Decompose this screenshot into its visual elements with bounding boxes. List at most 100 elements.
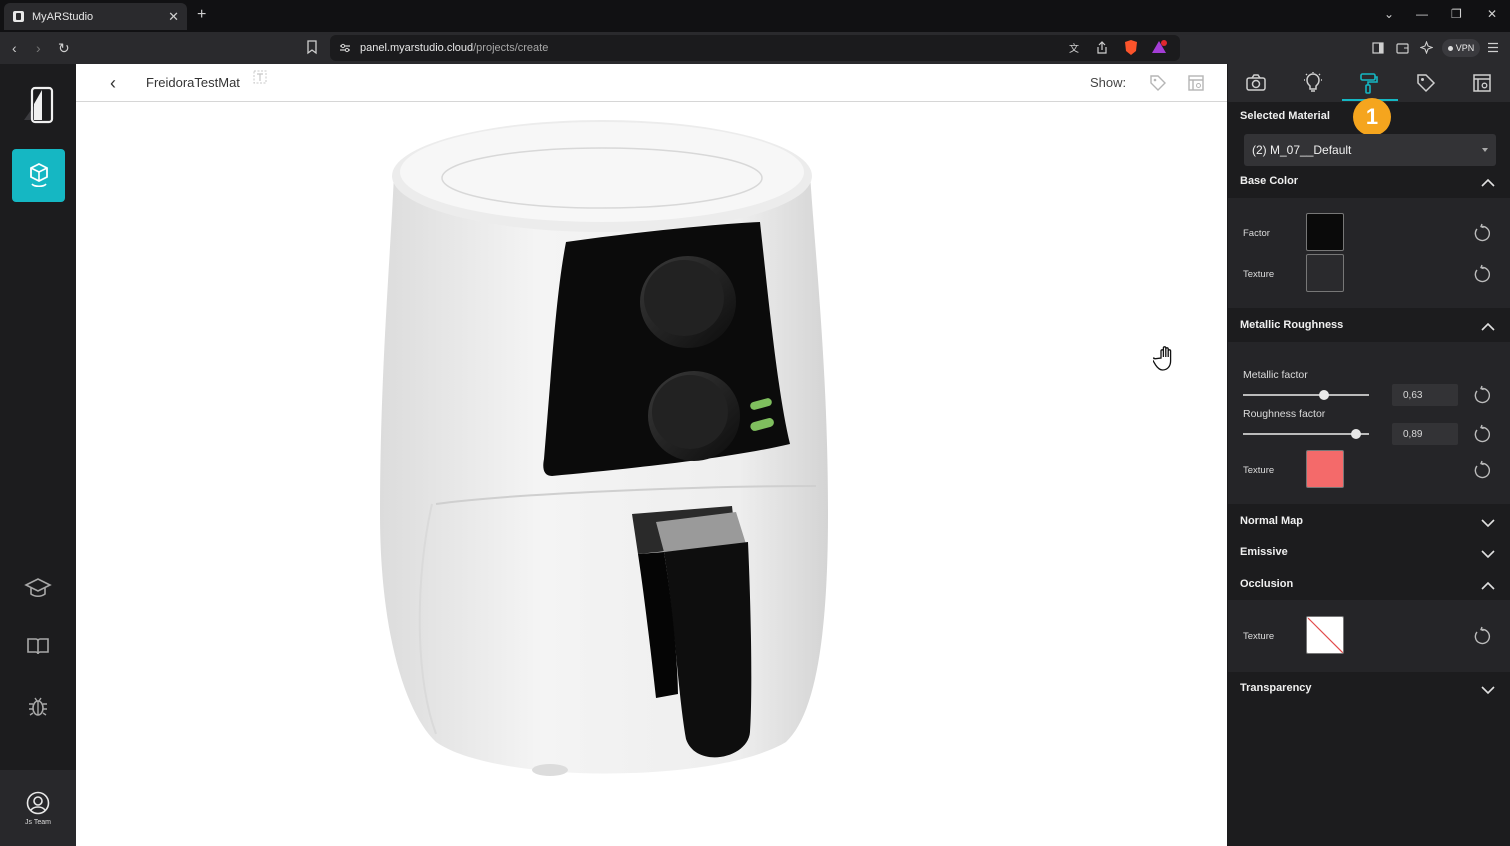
bug-icon — [29, 697, 47, 716]
lightbulb-icon — [1304, 72, 1322, 92]
normal-map-title[interactable]: Normal Map — [1240, 515, 1303, 527]
layers-toggle-icon[interactable] — [1187, 74, 1205, 92]
chevron-up-icon[interactable] — [1481, 581, 1495, 591]
tab-camera[interactable] — [1244, 72, 1268, 94]
air-fryer-3d-model[interactable] — [366, 114, 846, 794]
factor-label: Factor — [1243, 228, 1270, 239]
ar-cube-icon — [29, 162, 48, 187]
tab-close-icon[interactable]: ✕ — [168, 9, 179, 25]
material-select-value: (2) M_07__Default — [1252, 143, 1352, 157]
reset-icon[interactable] — [1472, 385, 1492, 405]
metallic-roughness-texture-swatch[interactable] — [1306, 450, 1344, 488]
rename-text-icon[interactable] — [253, 70, 267, 84]
chevron-down-icon[interactable] — [1481, 518, 1495, 528]
base-color-title: Base Color — [1240, 175, 1299, 187]
vpn-button[interactable]: VPN — [1442, 39, 1480, 57]
chevron-up-icon[interactable] — [1481, 178, 1495, 188]
restore-icon[interactable]: ❐ — [1451, 7, 1462, 21]
no-texture-slash-icon — [1307, 617, 1343, 653]
roughness-factor-slider[interactable] — [1243, 429, 1369, 439]
new-tab-icon[interactable]: + — [197, 6, 206, 24]
forward-icon[interactable]: › — [36, 40, 41, 56]
reset-icon[interactable] — [1472, 223, 1492, 243]
grab-cursor-icon — [1153, 346, 1172, 371]
url-host: panel.myarstudio.cloud — [360, 42, 474, 54]
url-path: /projects/create — [473, 42, 549, 54]
graduation-cap-icon — [24, 578, 52, 598]
address-bar[interactable]: panel.myarstudio.cloud/projects/create — [330, 35, 1180, 61]
metallic-factor-slider[interactable] — [1243, 390, 1369, 400]
base-color-texture-swatch[interactable] — [1306, 254, 1344, 292]
back-icon[interactable]: ‹ — [12, 40, 17, 56]
chevron-down-icon[interactable] — [1481, 549, 1495, 559]
rail-item-tutorials[interactable] — [24, 574, 52, 602]
close-window-icon[interactable]: ✕ — [1487, 7, 1497, 21]
transparency-title[interactable]: Transparency — [1240, 682, 1312, 694]
tag-toggle-icon[interactable] — [1149, 74, 1167, 92]
step-badge: 1 — [1353, 98, 1391, 136]
tag-icon — [1417, 74, 1436, 93]
leo-ai-icon[interactable] — [1420, 41, 1433, 54]
tab-layers[interactable] — [1470, 72, 1494, 94]
metallic-roughness-section: Metallic factor 0,63 Roughness factor 0,… — [1228, 342, 1510, 504]
texture-label: Texture — [1243, 465, 1275, 476]
reset-icon[interactable] — [1472, 460, 1492, 480]
browser-tab-title: MyARStudio — [32, 10, 94, 23]
tab-lighting[interactable] — [1301, 72, 1325, 94]
rail-item-docs[interactable] — [24, 632, 52, 660]
layers-settings-icon — [1473, 74, 1491, 92]
team-label: Js Team — [25, 818, 51, 826]
roughness-factor-input[interactable]: 0,89 — [1392, 423, 1458, 445]
chevron-up-icon[interactable] — [1481, 322, 1495, 332]
reset-icon[interactable] — [1472, 424, 1492, 444]
tab-tags[interactable] — [1414, 72, 1438, 94]
occlusion-section: Texture — [1228, 600, 1510, 672]
model-viewport[interactable]: ‹ FreidoraTestMat Show: — [76, 64, 1227, 846]
metallic-roughness-title: Metallic Roughness — [1240, 319, 1344, 331]
tab-list-chevron-icon[interactable]: ⌄ — [1384, 7, 1394, 21]
bookmark-icon[interactable] — [306, 40, 318, 55]
sidebar-toggle-icon[interactable] — [1372, 42, 1384, 54]
reload-icon[interactable]: ↻ — [58, 40, 70, 57]
occlusion-title: Occlusion — [1240, 578, 1294, 590]
book-icon — [27, 638, 49, 655]
menu-icon[interactable] — [1487, 42, 1499, 53]
roughness-factor-label: Roughness factor — [1243, 408, 1326, 420]
minimize-icon[interactable]: — — [1416, 7, 1428, 21]
app-logo-icon[interactable] — [20, 84, 56, 128]
material-select[interactable]: (2) M_07__Default — [1244, 134, 1496, 166]
paint-roller-icon — [1360, 73, 1378, 94]
translate-icon[interactable]: 文 — [1068, 41, 1082, 55]
emissive-title[interactable]: Emissive — [1240, 546, 1288, 558]
dropdown-caret-icon — [1482, 148, 1488, 152]
slider-thumb[interactable] — [1351, 429, 1361, 439]
brave-rewards-icon[interactable] — [1150, 39, 1168, 56]
brave-shield-icon[interactable] — [1123, 39, 1139, 56]
rail-item-3d-models[interactable] — [12, 149, 65, 202]
svg-text:文: 文 — [1069, 42, 1079, 55]
tab-materials[interactable] — [1357, 72, 1381, 94]
back-arrow-icon[interactable]: ‹ — [110, 73, 116, 94]
app-sidebar: Js Team — [0, 64, 76, 846]
panel-tabs — [1228, 64, 1510, 102]
selected-material-label: Selected Material — [1240, 110, 1330, 122]
rail-item-report-bug[interactable] — [24, 692, 52, 720]
occlusion-texture-swatch[interactable] — [1306, 616, 1344, 654]
reset-icon[interactable] — [1472, 626, 1492, 646]
show-label: Show: — [1090, 75, 1127, 90]
browser-tab[interactable]: MyARStudio ✕ — [4, 3, 187, 30]
slider-thumb[interactable] — [1319, 390, 1329, 400]
chevron-down-icon[interactable] — [1481, 685, 1495, 695]
texture-label: Texture — [1243, 269, 1275, 280]
team-account[interactable]: Js Team — [0, 770, 76, 846]
app-favicon-icon — [13, 11, 24, 22]
base-color-factor-swatch[interactable] — [1306, 213, 1344, 251]
reset-icon[interactable] — [1472, 264, 1492, 284]
material-properties-panel: 1 Selected Material (2) M_07__Default Ba… — [1228, 64, 1510, 846]
site-settings-icon[interactable] — [339, 43, 351, 53]
metallic-factor-input[interactable]: 0,63 — [1392, 384, 1458, 406]
wallet-icon[interactable] — [1396, 42, 1409, 54]
vpn-status-dot-icon — [1447, 45, 1453, 51]
share-icon[interactable] — [1095, 41, 1109, 55]
metallic-factor-label: Metallic factor — [1243, 369, 1308, 381]
